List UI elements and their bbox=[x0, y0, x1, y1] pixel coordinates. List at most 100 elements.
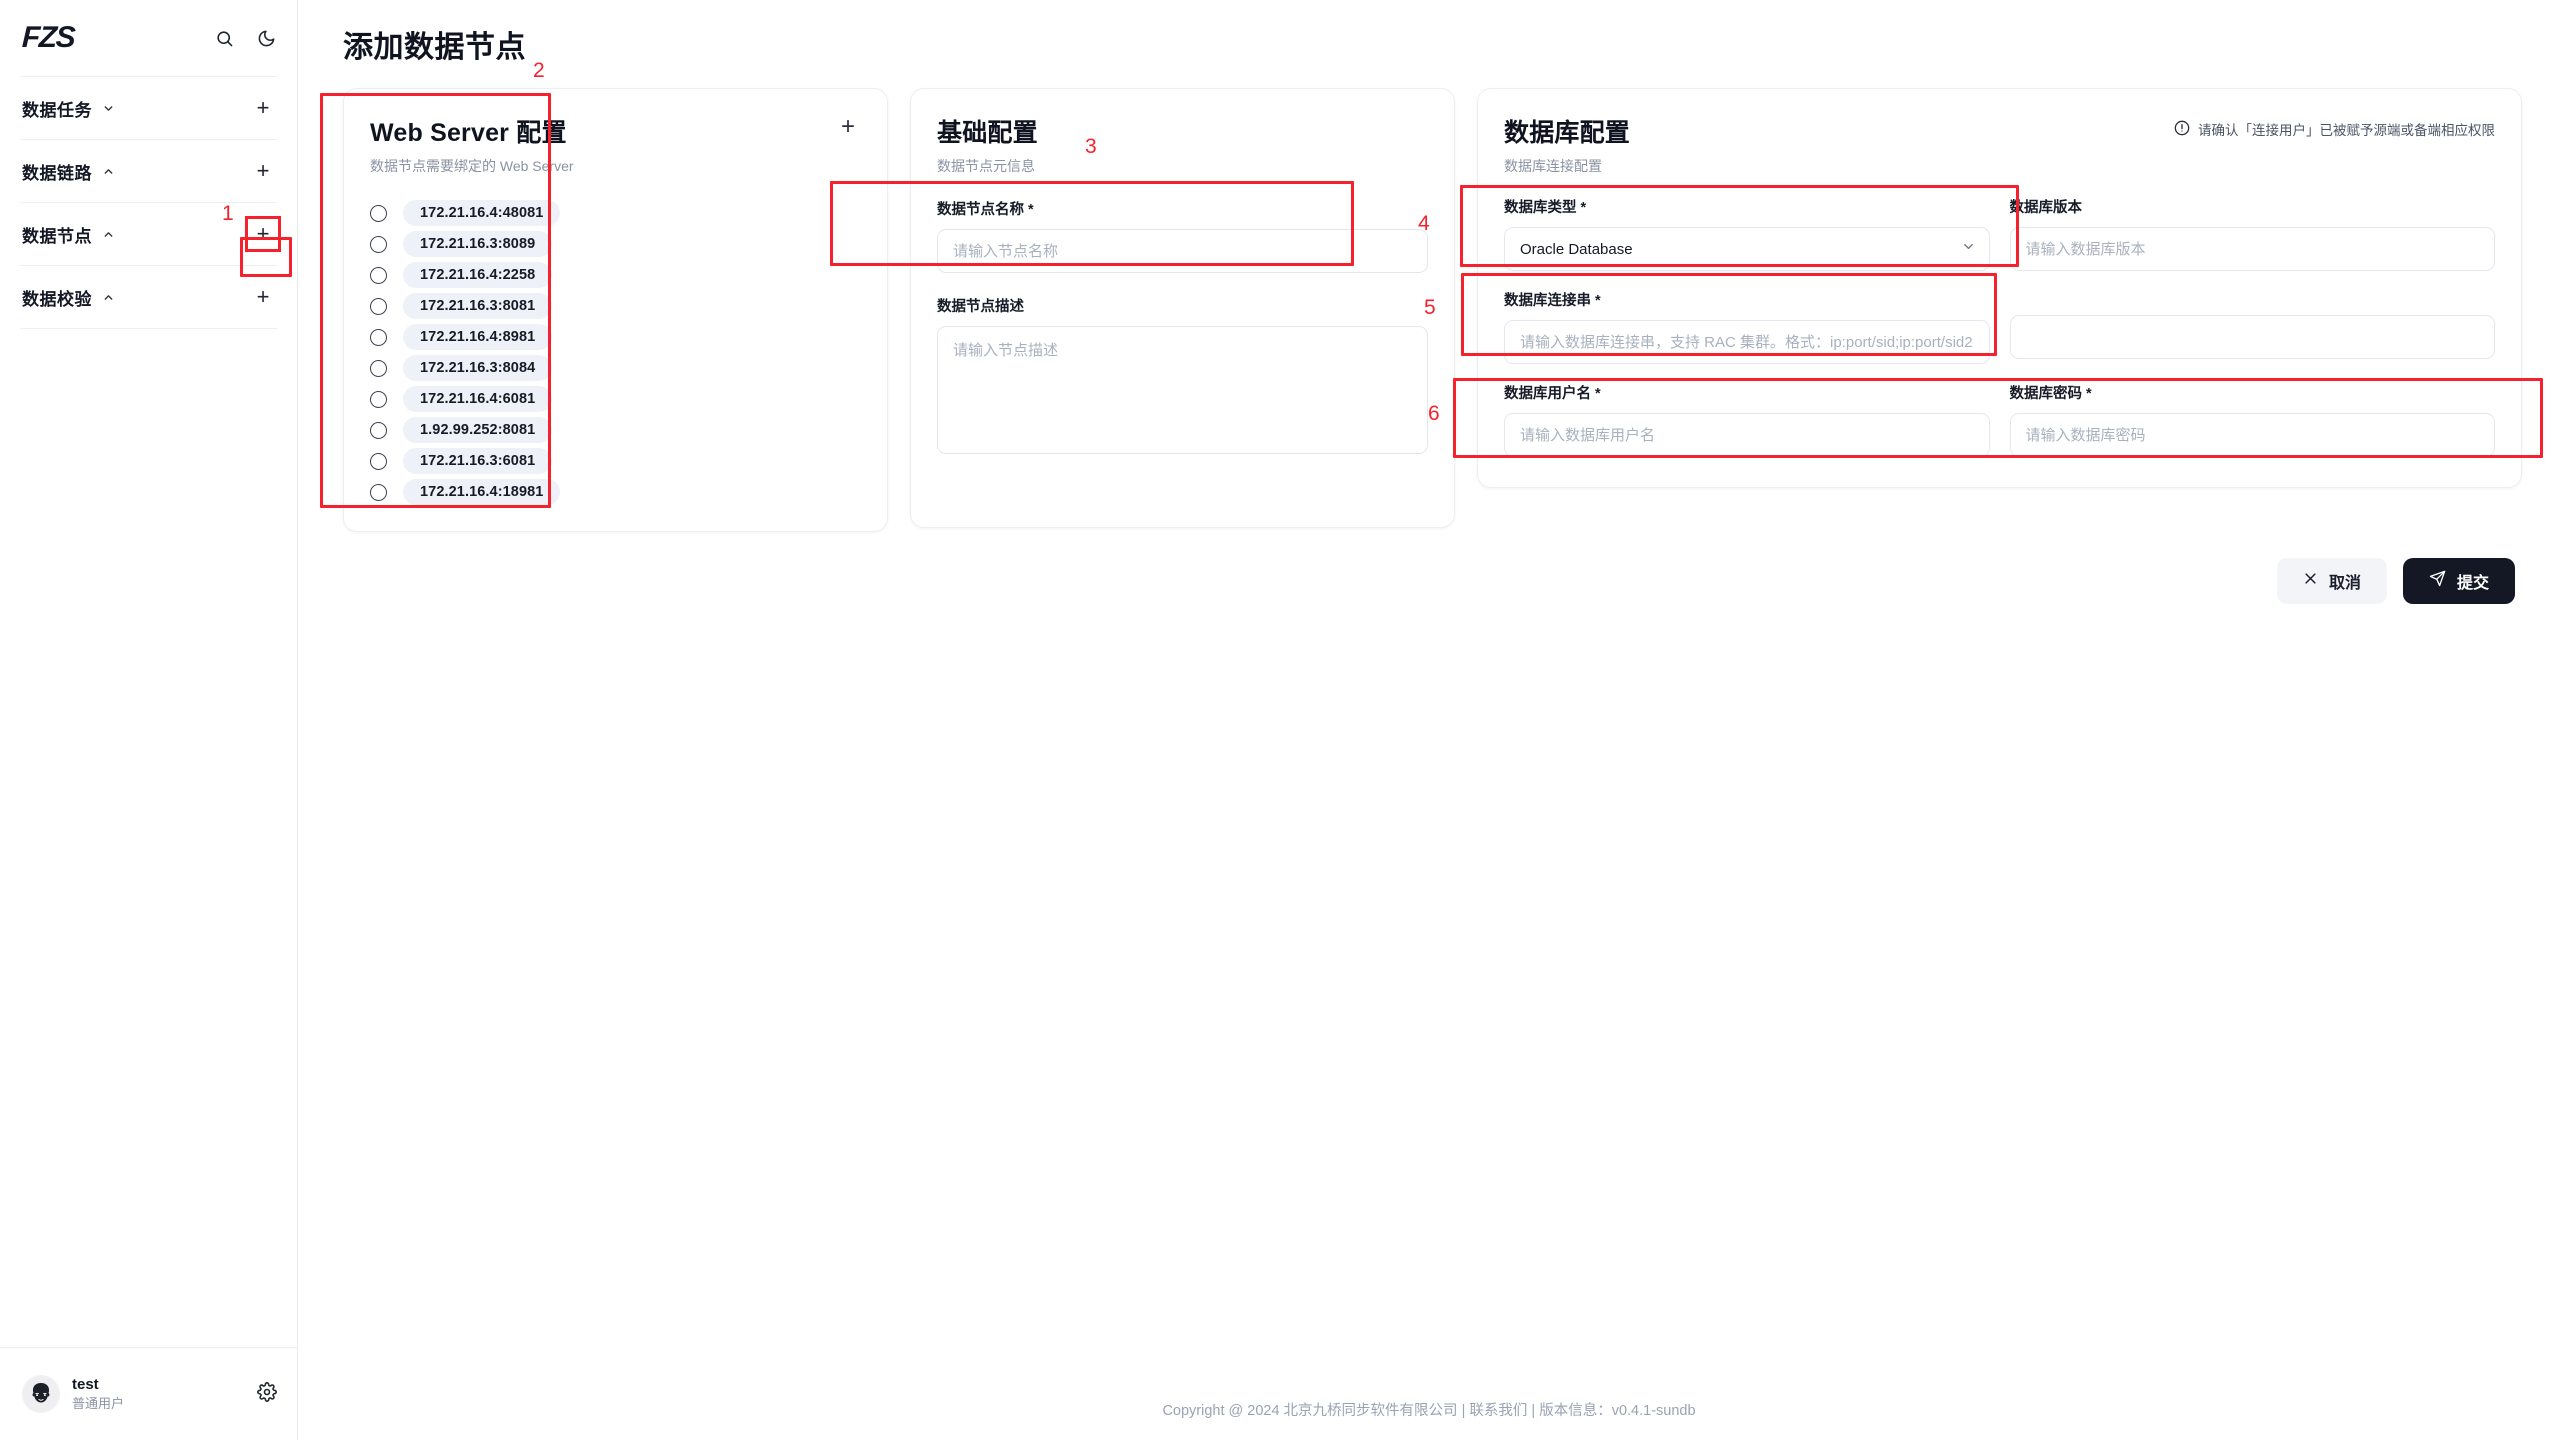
chevron-up-icon[interactable] bbox=[101, 227, 115, 241]
avatar bbox=[22, 1375, 60, 1413]
web-server-address[interactable]: 172.21.16.4:18981 bbox=[403, 479, 561, 505]
web-server-card-titles: Web Server 配置 数据节点需要绑定的 Web Server bbox=[370, 113, 574, 176]
web-server-address[interactable]: 172.21.16.3:6081 bbox=[403, 448, 553, 474]
radio-icon[interactable] bbox=[370, 266, 387, 284]
card-title: Web Server 配置 bbox=[370, 119, 567, 147]
list-item[interactable]: 172.21.16.4:48081 bbox=[370, 200, 861, 226]
sidebar-item-data-node[interactable]: 数据节点 + bbox=[0, 203, 297, 265]
chevron-up-icon[interactable] bbox=[101, 290, 115, 304]
db-username-input[interactable] bbox=[1504, 413, 1990, 457]
chevron-down-icon[interactable] bbox=[101, 101, 115, 115]
cards-row: Web Server 配置 数据节点需要绑定的 Web Server + 172… bbox=[336, 88, 2522, 532]
add-web-server-button[interactable]: + bbox=[835, 113, 861, 141]
user-meta: test 普通用户 bbox=[72, 1376, 124, 1413]
form-actions: 取消 提交 bbox=[336, 558, 2522, 604]
list-item[interactable]: 1.92.99.252:8081 bbox=[370, 417, 861, 443]
list-item[interactable]: 172.21.16.3:6081 bbox=[370, 448, 861, 474]
sidebar-item-data-verify[interactable]: 数据校验 + bbox=[0, 266, 297, 328]
radio-icon[interactable] bbox=[370, 421, 387, 439]
card-subtitle: 数据库连接配置 bbox=[1504, 158, 1602, 174]
db-password-input[interactable] bbox=[2009, 413, 2495, 457]
app-root: FZS 数据任务 + 数据链路 + 数据节点 + 数据校验 + test 普通用… bbox=[0, 0, 2560, 1440]
node-desc-field: 数据节点描述 bbox=[937, 295, 1428, 459]
list-item[interactable]: 172.21.16.4:2258 bbox=[370, 262, 861, 288]
radio-icon[interactable] bbox=[370, 204, 387, 222]
node-desc-textarea[interactable] bbox=[937, 326, 1428, 454]
sidebar-item-label: 数据节点 bbox=[22, 226, 92, 246]
list-item[interactable]: 172.21.16.4:18981 bbox=[370, 479, 861, 505]
sidebar: FZS 数据任务 + 数据链路 + 数据节点 + 数据校验 + test 普通用… bbox=[0, 0, 298, 1440]
radio-icon[interactable] bbox=[370, 483, 387, 501]
web-server-address[interactable]: 172.21.16.4:6081 bbox=[403, 386, 553, 412]
db-conn-field: 数据库连接串 * bbox=[1504, 289, 1990, 364]
db-version-label: 数据库版本 bbox=[2009, 200, 2083, 216]
radio-icon[interactable] bbox=[370, 390, 387, 408]
radio-icon[interactable] bbox=[370, 452, 387, 470]
db-username-field: 数据库用户名 * bbox=[1504, 382, 1990, 457]
chevron-up-icon[interactable] bbox=[101, 164, 115, 178]
permission-warning: 请确认「连接用户」已被赋予源端或备端相应权限 bbox=[2174, 113, 2495, 139]
database-card-header: 数据库配置 数据库连接配置 请确认「连接用户」已被赋予源端或备端相应权限 bbox=[1504, 113, 2495, 176]
card-title: 基础配置 bbox=[937, 119, 1038, 147]
close-icon bbox=[2303, 571, 2318, 591]
web-server-address[interactable]: 172.21.16.3:8081 bbox=[403, 293, 553, 319]
add-data-link-button[interactable]: + bbox=[249, 157, 277, 185]
web-server-address[interactable]: 172.21.16.3:8084 bbox=[403, 355, 553, 381]
cancel-button[interactable]: 取消 bbox=[2276, 558, 2387, 604]
db-type-field: 数据库类型 * Oracle Database bbox=[1504, 196, 1990, 271]
web-server-node-list: 172.21.16.4:48081 172.21.16.3:8089 172.2… bbox=[370, 200, 861, 505]
node-name-field: 数据节点名称 * bbox=[937, 198, 1428, 273]
moon-icon[interactable] bbox=[255, 27, 277, 49]
radio-icon[interactable] bbox=[370, 297, 387, 315]
radio-icon[interactable] bbox=[370, 359, 387, 377]
node-name-label: 数据节点名称 * bbox=[937, 202, 1034, 218]
db-type-label: 数据库类型 * bbox=[1504, 200, 1587, 216]
sidebar-user-panel[interactable]: test 普通用户 bbox=[0, 1348, 297, 1440]
sidebar-item-label: 数据校验 bbox=[22, 289, 92, 309]
brand-logo: FZS bbox=[21, 21, 75, 54]
list-item[interactable]: 172.21.16.4:6081 bbox=[370, 386, 861, 412]
submit-button[interactable]: 提交 bbox=[2402, 558, 2515, 604]
node-desc-label: 数据节点描述 bbox=[937, 299, 1024, 315]
web-server-config-card: Web Server 配置 数据节点需要绑定的 Web Server + 172… bbox=[343, 88, 888, 532]
radio-icon[interactable] bbox=[370, 328, 387, 346]
db-version-input[interactable] bbox=[2009, 227, 2495, 271]
list-item[interactable]: 172.21.16.4:8981 bbox=[370, 324, 861, 350]
user-role: 普通用户 bbox=[72, 1396, 125, 1412]
list-item[interactable]: 172.21.16.3:8081 bbox=[370, 293, 861, 319]
node-name-input[interactable] bbox=[937, 229, 1428, 273]
list-item[interactable]: 172.21.16.3:8084 bbox=[370, 355, 861, 381]
card-subtitle: 数据节点需要绑定的 Web Server bbox=[370, 158, 574, 174]
add-data-verify-button[interactable]: + bbox=[249, 283, 277, 311]
db-type-select[interactable]: Oracle Database bbox=[1504, 227, 1990, 271]
sidebar-item-label: 数据链路 bbox=[22, 163, 92, 183]
add-data-node-button[interactable]: + bbox=[245, 216, 281, 252]
database-fields-grid: 数据库类型 * Oracle Database 数据库版本 请输入数据库版本 数… bbox=[1504, 196, 2495, 457]
sidebar-item-data-task[interactable]: 数据任务 + bbox=[0, 77, 297, 139]
sidebar-header-icons bbox=[213, 27, 277, 49]
user-name: test bbox=[72, 1375, 99, 1393]
web-server-address[interactable]: 172.21.16.4:48081 bbox=[403, 200, 561, 226]
database-config-card: 数据库配置 数据库连接配置 请确认「连接用户」已被赋予源端或备端相应权限 数据库… bbox=[1477, 88, 2522, 488]
web-server-address[interactable]: 172.21.16.4:8981 bbox=[403, 324, 553, 350]
send-icon bbox=[2429, 570, 2446, 592]
card-title: 数据库配置 bbox=[1504, 119, 1631, 147]
cancel-button-label: 取消 bbox=[2328, 575, 2361, 592]
search-icon[interactable] bbox=[213, 27, 235, 49]
db-conn-input[interactable] bbox=[1504, 320, 1990, 364]
web-server-address[interactable]: 172.21.16.3:8089 bbox=[403, 231, 553, 257]
db-conn-secondary-input[interactable] bbox=[2009, 315, 2495, 359]
db-conn-secondary-field bbox=[2009, 289, 2495, 364]
submit-button-label: 提交 bbox=[2456, 575, 2489, 592]
radio-icon[interactable] bbox=[370, 235, 387, 253]
list-item[interactable]: 172.21.16.3:8089 bbox=[370, 231, 861, 257]
sidebar-item-label: 数据任务 bbox=[22, 100, 92, 120]
sidebar-item-data-link[interactable]: 数据链路 + bbox=[0, 140, 297, 202]
web-server-address[interactable]: 1.92.99.252:8081 bbox=[403, 417, 553, 443]
gear-icon[interactable] bbox=[257, 1381, 277, 1407]
card-subtitle: 数据节点元信息 bbox=[937, 158, 1035, 174]
add-data-task-button[interactable]: + bbox=[249, 94, 277, 122]
sidebar-header: FZS bbox=[0, 0, 297, 76]
web-server-address[interactable]: 172.21.16.4:2258 bbox=[403, 262, 553, 288]
